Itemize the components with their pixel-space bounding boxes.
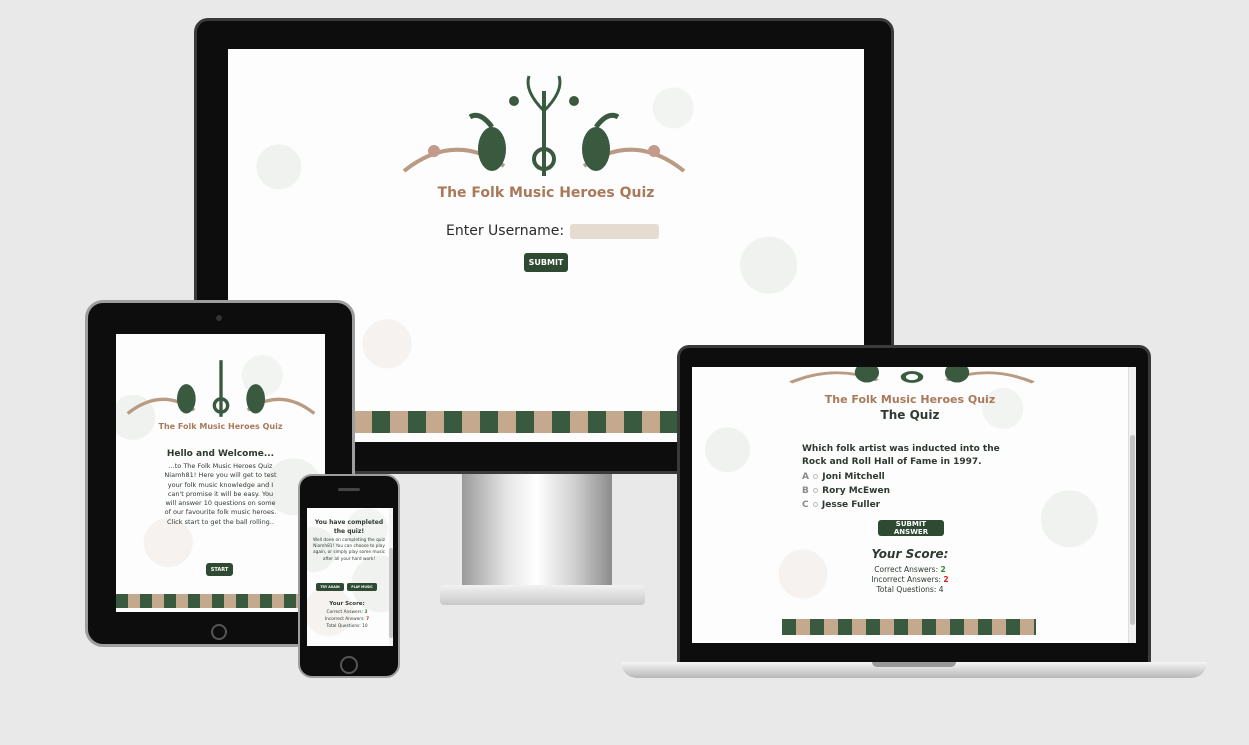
correct-row: Correct Answers: 2 (692, 565, 1128, 575)
total-label: Total Questions: (876, 585, 937, 594)
tablet-screen: The Folk Music Heroes Quiz Hello and Wel… (116, 334, 325, 612)
page-background: { "colors": { "accent_green": "#2e4a32",… (0, 0, 1249, 745)
total-label: Total Questions: (326, 624, 361, 629)
scrollbar-thumb[interactable] (389, 548, 393, 638)
option-letter: A (802, 472, 809, 482)
correct-count: 2 (940, 565, 946, 574)
option-text: Jesse Fuller (821, 500, 881, 510)
option-radio[interactable] (813, 488, 819, 493)
score-panel: Correct Answers: 3 Incorrect Answers: 7 … (307, 609, 387, 630)
scrollbar[interactable] (1128, 367, 1136, 643)
page-title: The Folk Music Heroes Quiz (824, 393, 996, 406)
submit-button[interactable]: SUBMIT (524, 253, 568, 272)
tablet-home-button[interactable] (211, 624, 227, 640)
try-again-button[interactable]: TRY AGAIN (316, 583, 344, 591)
completed-text: Well done on completing the quiz Niamh81… (312, 538, 386, 562)
answer-option[interactable]: C Jesse Fuller (802, 498, 890, 512)
scrollbar-thumb[interactable] (1130, 435, 1135, 625)
folk-birds-motif (126, 360, 316, 417)
username-input[interactable] (570, 223, 660, 239)
laptop-notch (872, 662, 956, 667)
total-count: 4 (938, 585, 944, 594)
option-radio[interactable] (813, 474, 819, 479)
option-letter: B (802, 486, 809, 496)
username-label: Enter Username: (446, 223, 565, 239)
score-panel: Correct Answers: 2 Incorrect Answers: 2 … (692, 565, 1128, 595)
question-text: Which folk artist was inducted into the … (802, 444, 1000, 467)
correct-count: 3 (364, 610, 368, 615)
tablet-camera (216, 315, 222, 321)
score-heading: Your Score: (329, 601, 365, 607)
option-letter: C (802, 500, 809, 510)
username-form: Enter Username: (446, 223, 660, 239)
incorrect-count: 7 (366, 617, 370, 622)
welcome-heading: Hello and Welcome... (166, 449, 275, 459)
page-title: The Folk Music Heroes Quiz (158, 422, 283, 431)
answer-option[interactable]: B Rory McEwen (802, 484, 890, 498)
submit-answer-button[interactable]: SUBMIT ANSWER (878, 520, 944, 536)
monitor-stand (462, 474, 612, 589)
incorrect-row: Incorrect Answers: 7 (307, 616, 387, 623)
option-text: Rory McEwen (822, 486, 890, 496)
scrollbar[interactable] (389, 508, 393, 646)
option-radio[interactable] (812, 502, 818, 507)
correct-row: Correct Answers: 3 (307, 609, 387, 616)
total-count: 10 (362, 624, 368, 629)
total-row: Total Questions: 4 (692, 585, 1128, 595)
phone-screen: You have completed the quiz! Well done o… (307, 508, 393, 646)
phone-speaker (338, 488, 360, 491)
incorrect-label: Incorrect Answers: (871, 575, 942, 584)
phone-home-button[interactable] (340, 656, 358, 674)
decorative-border (116, 594, 325, 608)
correct-label: Correct Answers: (874, 565, 939, 574)
play-music-button[interactable]: PLAY MUSIC (347, 583, 377, 591)
welcome-text: ...to The Folk Music Heroes Quiz Niamh81… (164, 462, 277, 526)
monitor-base (440, 585, 645, 605)
option-text: Joni Mitchell (822, 472, 885, 482)
incorrect-row: Incorrect Answers: 2 (692, 575, 1128, 585)
answer-options: A Joni Mitchell B Rory McEwen C Jesse Fu… (802, 470, 890, 512)
incorrect-count: 2 (943, 575, 949, 584)
laptop-screen: The Folk Music Heroes Quiz The Quiz Whic… (692, 367, 1136, 643)
decorative-border (782, 619, 1036, 635)
incorrect-label: Incorrect Answers: (324, 617, 365, 622)
page-title: The Folk Music Heroes Quiz (437, 185, 655, 201)
correct-label: Correct Answers: (326, 610, 364, 615)
start-button[interactable]: START (206, 563, 233, 576)
total-row: Total Questions: 10 (307, 623, 387, 630)
score-heading: Your Score: (871, 547, 949, 561)
folk-birds-motif (789, 367, 1035, 384)
completed-heading: You have completed the quiz! (314, 519, 384, 535)
answer-option[interactable]: A Joni Mitchell (802, 470, 890, 484)
folk-birds-motif (402, 75, 686, 176)
quiz-subtitle: The Quiz (880, 408, 940, 422)
